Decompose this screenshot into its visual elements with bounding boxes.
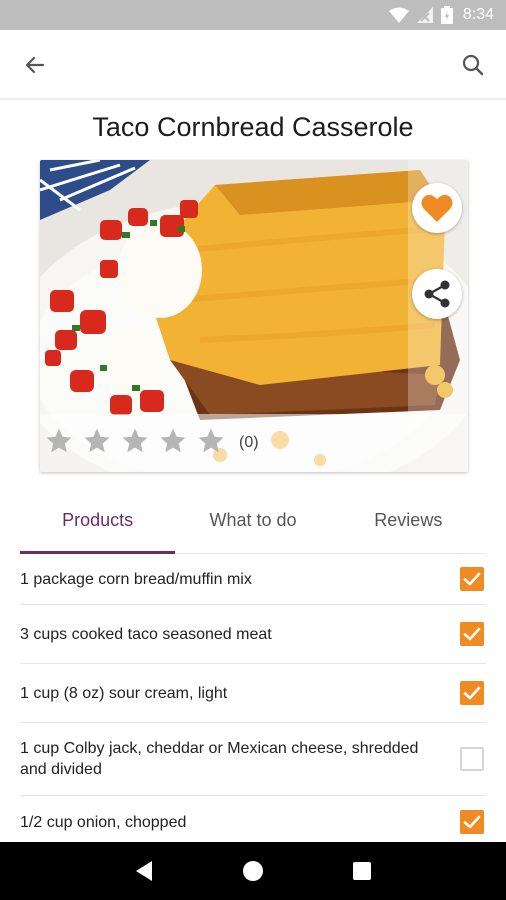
nav-home-icon bbox=[242, 861, 263, 881]
ingredient-list: 1 package corn bread/muffin mix 3 cups c… bbox=[20, 554, 486, 848]
ingredient-checkbox[interactable] bbox=[460, 681, 484, 705]
ingredient-label: 1 package corn bread/muffin mix bbox=[20, 570, 252, 588]
rating-stars[interactable] bbox=[44, 426, 226, 456]
heart-icon bbox=[421, 194, 453, 222]
tab-what-to-do[interactable]: What to do bbox=[175, 496, 330, 553]
ingredient-label: 1 cup (8 oz) sour cream, light bbox=[20, 684, 228, 702]
star-icon[interactable] bbox=[158, 426, 188, 456]
nav-recents-button[interactable] bbox=[342, 851, 382, 891]
check-icon bbox=[463, 627, 481, 641]
share-icon bbox=[424, 280, 450, 308]
list-item[interactable]: 1 package corn bread/muffin mix bbox=[20, 554, 486, 605]
check-icon bbox=[463, 815, 481, 829]
favorite-button[interactable] bbox=[412, 183, 462, 233]
list-item[interactable]: 3 cups cooked taco seasoned meat bbox=[20, 605, 486, 664]
status-icons: 8:34 bbox=[388, 0, 494, 30]
list-item[interactable]: 1 cup (8 oz) sour cream, light bbox=[20, 664, 486, 723]
status-time: 8:34 bbox=[462, 6, 494, 23]
signal-icon bbox=[416, 7, 433, 23]
back-button[interactable] bbox=[16, 46, 54, 84]
system-nav-bar bbox=[0, 842, 506, 900]
battery-icon bbox=[440, 6, 453, 24]
ingredient-checkbox[interactable] bbox=[460, 567, 484, 591]
wifi-icon bbox=[388, 7, 409, 23]
app-bar bbox=[0, 30, 506, 100]
star-icon[interactable] bbox=[120, 426, 150, 456]
ingredient-checkbox[interactable] bbox=[460, 810, 484, 834]
star-icon[interactable] bbox=[44, 426, 74, 456]
nav-recents-icon bbox=[352, 862, 371, 880]
recipe-tabs: Products What to do Reviews bbox=[20, 496, 486, 554]
check-icon bbox=[463, 572, 481, 586]
nav-back-button[interactable] bbox=[124, 851, 164, 891]
share-button[interactable] bbox=[412, 269, 462, 319]
ingredient-label: 1/2 cup onion, chopped bbox=[20, 813, 187, 831]
ingredient-checkbox[interactable] bbox=[460, 622, 484, 646]
tab-reviews[interactable]: Reviews bbox=[331, 496, 486, 553]
star-icon[interactable] bbox=[196, 426, 226, 456]
rating-bar: (0) bbox=[40, 414, 468, 472]
arrow-back-icon bbox=[25, 56, 45, 74]
nav-back-icon bbox=[136, 861, 153, 881]
recipe-title: Taco Cornbread Casserole bbox=[92, 112, 414, 142]
list-item[interactable]: 1/2 cup onion, chopped bbox=[20, 796, 486, 848]
ingredient-label: 3 cups cooked taco seasoned meat bbox=[20, 625, 272, 643]
rating-count: (0) bbox=[239, 434, 259, 451]
search-icon bbox=[462, 54, 484, 76]
status-bar: 8:34 bbox=[0, 0, 506, 30]
search-button[interactable] bbox=[454, 46, 492, 84]
ingredient-checkbox[interactable] bbox=[460, 747, 484, 771]
nav-home-button[interactable] bbox=[233, 851, 273, 891]
recipe-photo: (0) bbox=[40, 160, 468, 472]
star-icon[interactable] bbox=[82, 426, 112, 456]
ingredient-label: 1 cup Colby jack, cheddar or Mexican che… bbox=[20, 740, 419, 778]
tab-products[interactable]: Products bbox=[20, 496, 176, 554]
list-item[interactable]: 1 cup Colby jack, cheddar or Mexican che… bbox=[20, 723, 486, 796]
check-icon bbox=[463, 686, 481, 700]
